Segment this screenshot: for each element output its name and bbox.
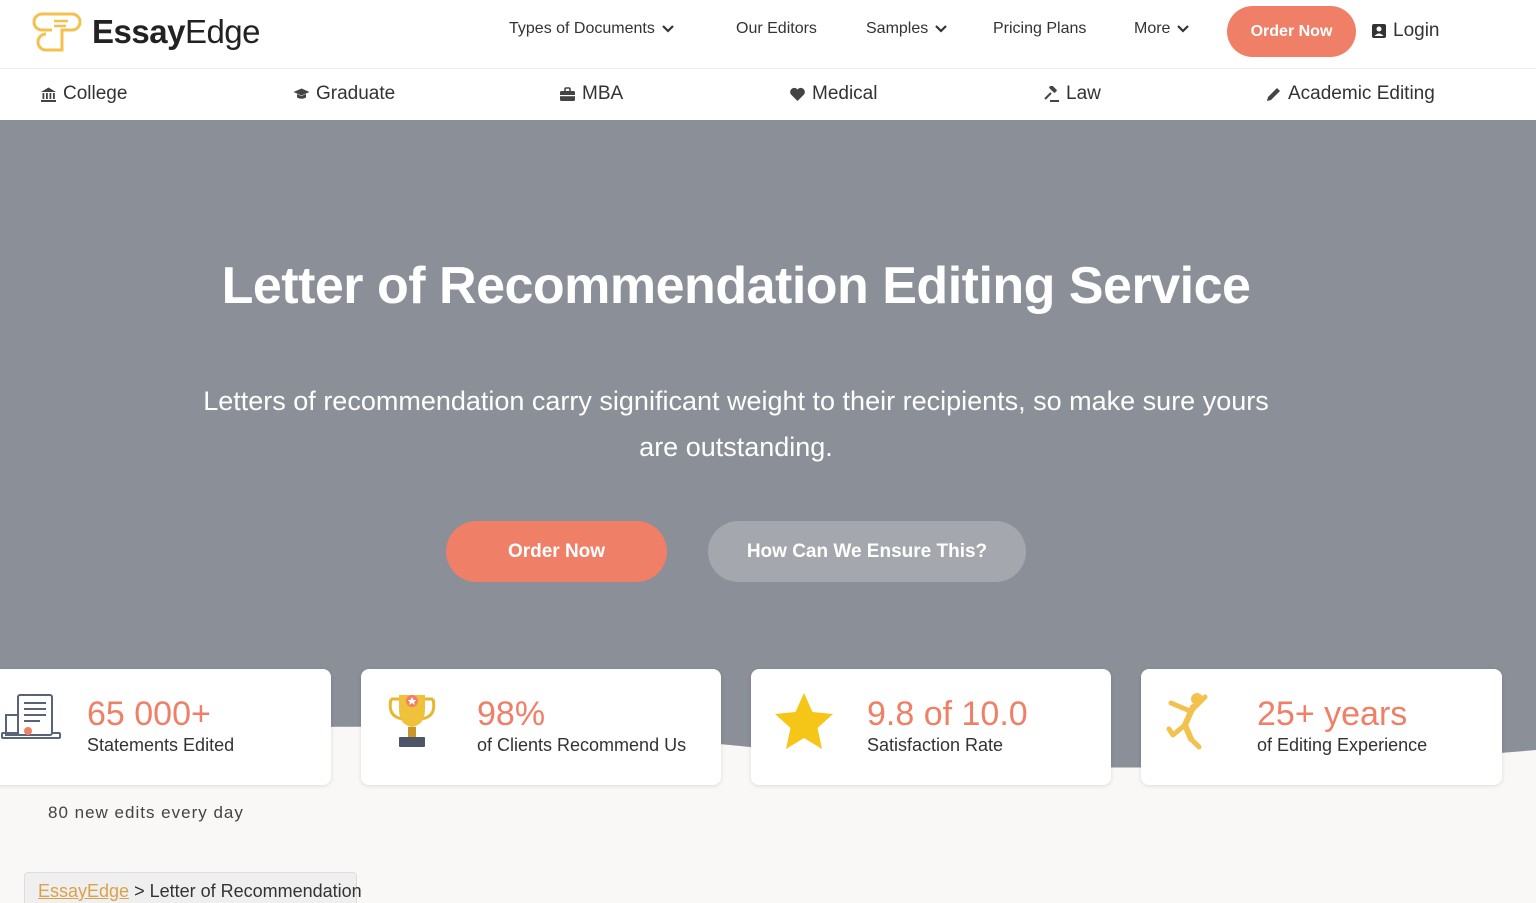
graduation-cap-icon	[293, 88, 310, 99]
stat-value: 98%	[477, 695, 546, 733]
order-now-hero-button[interactable]: Order Now	[446, 521, 667, 582]
nav-label: Pricing Plans	[993, 20, 1087, 37]
nav-label: Our Editors	[736, 20, 817, 37]
jumping-person-icon	[1166, 693, 1208, 750]
breadcrumb-current: Letter of Recommendation	[149, 881, 362, 901]
gavel-icon	[1044, 85, 1059, 102]
stat-card-recommend: 98% of Clients Recommend Us	[361, 669, 721, 785]
document-icon	[1, 694, 61, 739]
stat-label: of Clients Recommend Us	[477, 735, 687, 755]
trophy-icon	[388, 695, 436, 747]
subnav-label: College	[63, 83, 128, 104]
breadcrumb: EssayEdge > Letter of Recommendation	[24, 872, 362, 903]
subnav-item-college[interactable]: College	[40, 83, 127, 105]
subnav-item-medical[interactable]: Medical	[789, 83, 877, 105]
subnav-label: Law	[1066, 83, 1101, 104]
subnav-label: Medical	[812, 83, 878, 104]
page-title: Letter of Recommendation Editing Service	[221, 257, 1251, 315]
subnav-label: MBA	[582, 83, 624, 104]
chevron-down-icon	[935, 25, 948, 33]
hero-subtitle: Letters of recommendation carry signific…	[203, 386, 1269, 462]
pencil-icon	[1267, 87, 1280, 101]
nav-types-of-documents[interactable]: Types of Documents	[509, 20, 675, 38]
subnav-item-mba[interactable]: MBA	[559, 83, 623, 105]
star-icon	[775, 693, 833, 749]
nav-our-editors[interactable]: Our Editors	[736, 20, 817, 38]
subnav-item-law[interactable]: Law	[1043, 83, 1101, 105]
category-subnav: College Graduate MBA Medical Law Academi…	[0, 68, 1536, 120]
how-can-we-ensure-button[interactable]: How Can We Ensure This?	[708, 521, 1026, 582]
subnav-label: Graduate	[316, 83, 396, 104]
institution-icon	[41, 87, 56, 102]
breadcrumb-separator: >	[129, 881, 150, 901]
nav-samples[interactable]: Samples	[866, 20, 948, 38]
subnav-label: Academic Editing	[1288, 83, 1435, 104]
stat-label: Satisfaction Rate	[867, 735, 1004, 755]
order-now-nav-button[interactable]: Order Now	[1227, 6, 1356, 57]
stat-label: of Editing Experience	[1257, 735, 1428, 755]
brand-logo[interactable]: EssayEdge	[32, 6, 261, 58]
daily-edits-note: 80 new edits every day	[48, 803, 244, 822]
top-navbar: EssayEdge Types of Documents Our Editors…	[0, 0, 1536, 68]
stat-value: 9.8 of 10.0	[867, 695, 1028, 733]
login-link[interactable]: Login	[1371, 20, 1440, 42]
heart-icon	[790, 87, 805, 101]
subnav-item-academic-editing[interactable]: Academic Editing	[1265, 83, 1435, 105]
brand-name: EssayEdge	[92, 13, 261, 50]
stat-value: 65 000+	[87, 695, 211, 733]
stat-card-statements: 65 000+ Statements Edited	[0, 669, 331, 785]
stat-card-satisfaction: 9.8 of 10.0 Satisfaction Rate	[751, 669, 1111, 785]
breadcrumb-home-link[interactable]: EssayEdge	[38, 881, 129, 901]
stat-value: 25+ years	[1257, 695, 1408, 733]
subnav-item-graduate[interactable]: Graduate	[293, 83, 395, 105]
chevron-down-icon	[662, 25, 674, 33]
chevron-down-icon	[1177, 25, 1190, 33]
stat-label: Statements Edited	[87, 735, 235, 755]
scroll-logo-icon	[32, 12, 82, 52]
nav-label: More	[1134, 20, 1171, 37]
briefcase-icon	[560, 86, 575, 101]
nav-label: Samples	[866, 20, 929, 37]
nav-more[interactable]: More	[1134, 20, 1190, 38]
stat-card-experience: 25+ years of Editing Experience	[1141, 669, 1502, 785]
user-card-icon	[1372, 24, 1386, 38]
nav-pricing-plans[interactable]: Pricing Plans	[993, 20, 1086, 38]
login-label: Login	[1393, 20, 1440, 41]
nav-label: Types of Documents	[509, 20, 655, 37]
